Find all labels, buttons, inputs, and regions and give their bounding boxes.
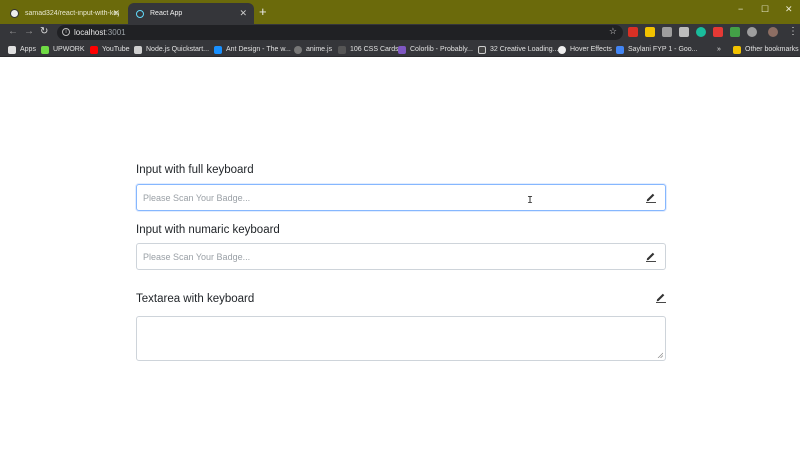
url-port: :3001: [105, 28, 126, 37]
extension-icon[interactable]: [696, 27, 706, 37]
profile-avatar[interactable]: [768, 27, 778, 37]
bookmark-label: »: [717, 46, 721, 53]
extension-icon[interactable]: [662, 27, 672, 37]
pencil-edit-icon[interactable]: [645, 250, 657, 262]
bookmark-label: Ant Design - The w...: [226, 46, 291, 53]
bookmark-hover-effects[interactable]: Hover Effects: [558, 44, 612, 55]
bookmark-label: 106 CSS Cards: [350, 46, 399, 53]
info-icon[interactable]: i: [62, 28, 70, 36]
github-icon: [10, 9, 19, 18]
anime-icon: [294, 45, 302, 54]
bookmark-anime[interactable]: anime.js: [294, 44, 332, 55]
apps-grid-icon: [8, 45, 16, 54]
close-tab-icon[interactable]: ✕: [112, 8, 120, 18]
pencil-edit-icon[interactable]: [645, 191, 657, 203]
full-keyboard-input[interactable]: [137, 185, 665, 210]
bookmark-label: Hover Effects: [570, 46, 612, 53]
minimize-button[interactable]: −: [738, 4, 743, 14]
full-keyboard-field: [136, 184, 666, 211]
react-icon: [136, 9, 144, 18]
address-bar[interactable]: i localhost:3001 ☆: [57, 25, 623, 40]
tab-title: samad324/react-input-with-key: [25, 10, 119, 17]
github-icon: [558, 45, 566, 54]
colorlib-icon: [398, 45, 406, 54]
extension-icon[interactable]: [730, 27, 740, 37]
menu-kebab-icon[interactable]: ⋮: [788, 25, 798, 39]
textarea-keyboard-field: [136, 316, 666, 361]
bookmark-saylani[interactable]: Saylani FYP 1 - Goo...: [616, 44, 698, 55]
bookmark-label: Node.js Quickstart...: [146, 46, 210, 53]
bookmark-label: Saylani FYP 1 - Goo...: [628, 46, 698, 53]
resize-grip-icon[interactable]: [657, 352, 663, 358]
bookmark-label: Colorlib - Probably...: [410, 46, 473, 53]
extension-icon[interactable]: [713, 27, 723, 37]
extension-icon[interactable]: [747, 27, 757, 37]
page-content: Input with full keyboard Input with numa…: [0, 58, 800, 450]
extension-icon[interactable]: [645, 27, 655, 37]
youtube-icon: [90, 45, 98, 54]
pencil-edit-icon[interactable]: [655, 291, 667, 303]
text-cursor-icon: I: [527, 195, 534, 206]
upwork-icon: [41, 45, 49, 54]
bookmark-label: Other bookmarks: [745, 46, 799, 53]
bookmark-creative-loading[interactable]: 32 Creative Loading...: [478, 44, 559, 55]
google-docs-icon: [616, 45, 624, 54]
bookmark-star-icon[interactable]: ☆: [609, 26, 617, 37]
extension-icon[interactable]: [679, 27, 689, 37]
close-window-button[interactable]: ✕: [785, 4, 793, 15]
bookmark-label: Apps: [20, 46, 36, 53]
bookmark-css-cards[interactable]: 106 CSS Cards: [338, 44, 399, 55]
maximize-button[interactable]: ☐: [761, 4, 769, 15]
folder-icon: [733, 45, 741, 54]
full-keyboard-label: Input with full keyboard: [136, 164, 254, 176]
bookmark-label: UPWORK: [53, 46, 85, 53]
adblock-extension-icon[interactable]: [628, 27, 638, 37]
reload-icon[interactable]: ↻: [40, 25, 48, 39]
bookmark-label: 32 Creative Loading...: [490, 46, 559, 53]
numeric-keyboard-input[interactable]: [137, 244, 665, 269]
document-icon: [134, 45, 142, 54]
bookmark-nodejs[interactable]: Node.js Quickstart...: [134, 44, 209, 55]
codepen-icon: [478, 45, 486, 54]
browser-tab-react-app[interactable]: React App ✕: [128, 3, 254, 24]
bookmark-apps[interactable]: Apps: [8, 44, 36, 55]
tab-title: React App: [150, 10, 183, 17]
browser-tab-strip: samad324/react-input-with-key ✕ React Ap…: [0, 0, 800, 24]
f-icon: [338, 45, 346, 54]
bookmark-label: YouTube: [102, 46, 130, 53]
numeric-keyboard-label: Input with numaric keyboard: [136, 224, 280, 236]
new-tab-button[interactable]: +: [259, 5, 267, 18]
bookmark-youtube[interactable]: YouTube: [90, 44, 130, 55]
browser-toolbar: ← → ↻ i localhost:3001 ☆ ⋮: [0, 24, 800, 41]
ant-design-icon: [214, 45, 222, 54]
back-arrow-icon[interactable]: ←: [8, 25, 18, 39]
bookmark-ant-design[interactable]: Ant Design - The w...: [214, 44, 291, 55]
close-tab-icon[interactable]: ✕: [239, 8, 247, 18]
forward-arrow-icon[interactable]: →: [24, 25, 34, 39]
bookmarks-bar: Apps UPWORK YouTube Node.js Quickstart..…: [0, 41, 800, 57]
bookmark-label: anime.js: [306, 46, 333, 53]
numeric-keyboard-field: [136, 243, 666, 270]
bookmark-colorlib[interactable]: Colorlib - Probably...: [398, 44, 473, 55]
textarea-keyboard-label: Textarea with keyboard: [136, 293, 255, 305]
bookmarks-overflow-button[interactable]: »: [717, 44, 721, 55]
browser-tab-github[interactable]: samad324/react-input-with-key ✕: [2, 3, 127, 24]
textarea-keyboard-input[interactable]: [137, 317, 665, 360]
url-host: localhost: [74, 28, 106, 37]
bookmark-other[interactable]: Other bookmarks: [733, 44, 799, 55]
bookmark-upwork[interactable]: UPWORK: [41, 44, 85, 55]
url-text: localhost:3001: [74, 28, 126, 37]
